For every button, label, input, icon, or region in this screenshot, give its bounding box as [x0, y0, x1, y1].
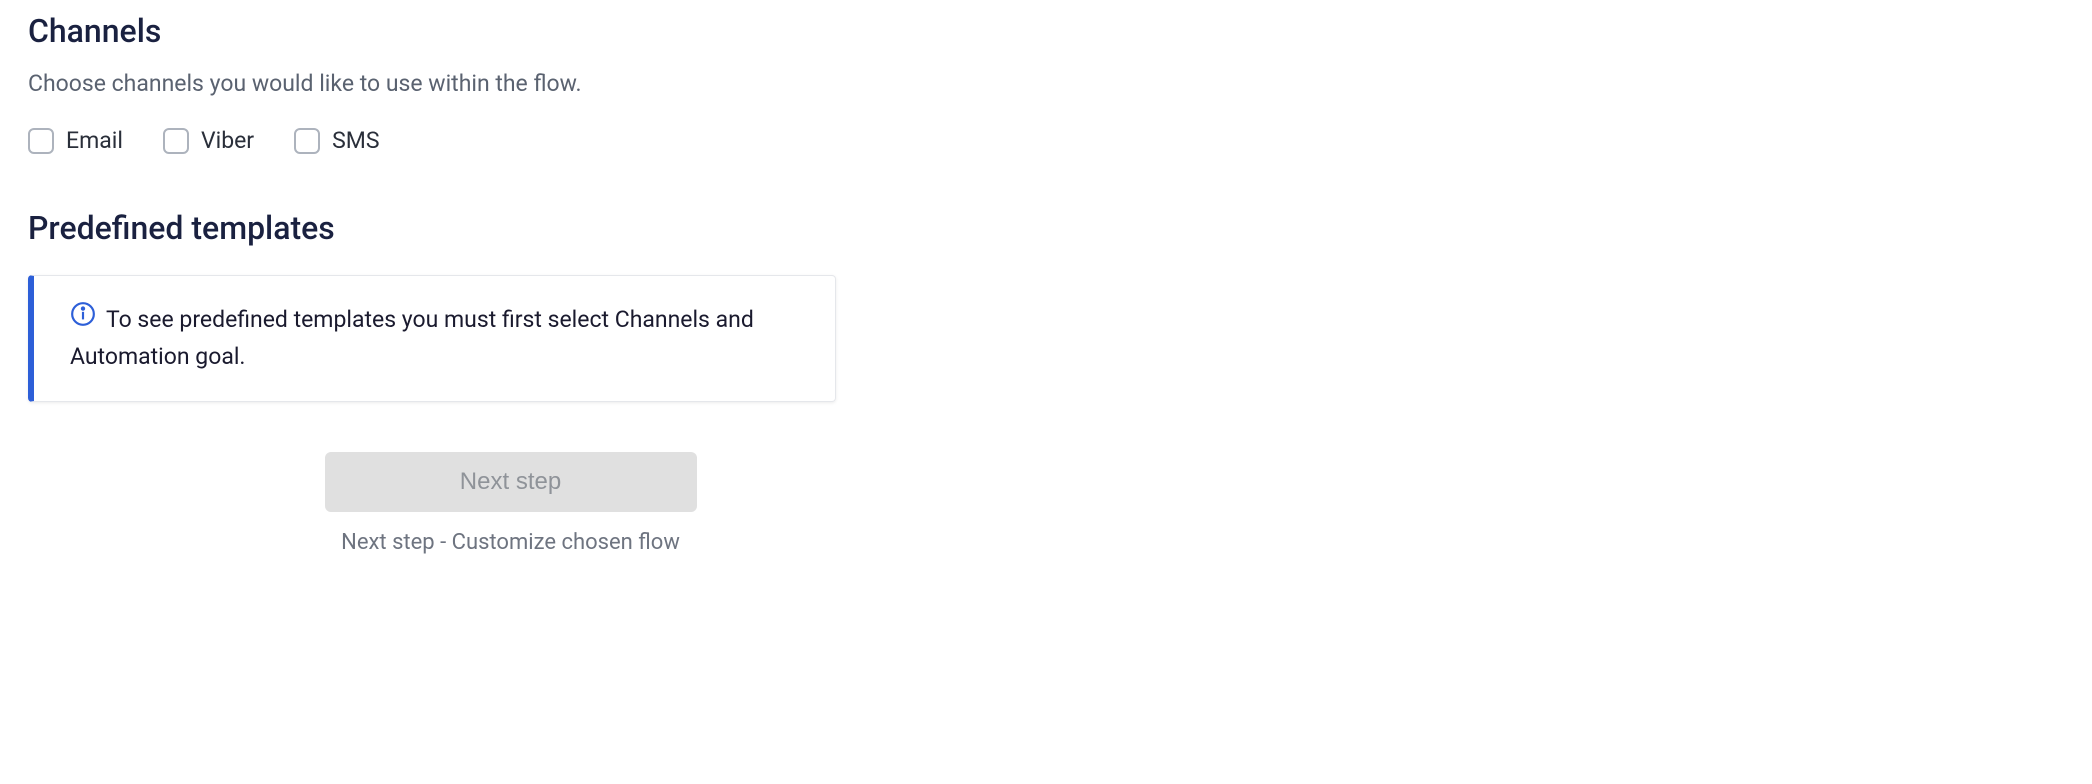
channel-viber-label: Viber	[201, 127, 254, 154]
templates-info-text: To see predefined templates you must fir…	[70, 306, 754, 370]
info-icon	[70, 301, 96, 338]
channels-options: Email Viber SMS	[28, 127, 2064, 154]
channel-sms-label: SMS	[332, 127, 379, 154]
footer: Next step Next step - Customize chosen f…	[28, 452, 993, 555]
channels-title: Channels	[28, 12, 2064, 50]
templates-info-card: To see predefined templates you must fir…	[28, 275, 836, 402]
channel-email-label: Email	[66, 127, 123, 154]
channel-sms-checkbox[interactable]: SMS	[294, 127, 379, 154]
checkbox-icon	[163, 128, 189, 154]
next-step-button[interactable]: Next step	[325, 452, 697, 512]
templates-info-content: To see predefined templates you must fir…	[70, 302, 805, 375]
channels-subtitle: Choose channels you would like to use wi…	[28, 70, 2064, 97]
channel-email-checkbox[interactable]: Email	[28, 127, 123, 154]
templates-title: Predefined templates	[28, 209, 2064, 247]
next-step-hint: Next step - Customize chosen flow	[341, 530, 680, 555]
channel-viber-checkbox[interactable]: Viber	[163, 127, 254, 154]
checkbox-icon	[28, 128, 54, 154]
checkbox-icon	[294, 128, 320, 154]
